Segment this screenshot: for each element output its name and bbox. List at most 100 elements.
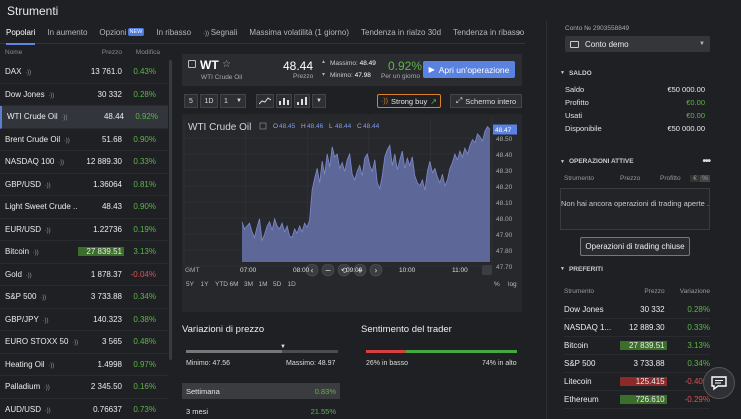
indicators-icon[interactable] — [294, 94, 310, 108]
instrument-row[interactable]: S&P 500 ·)) 3 733.88 0.34% — [0, 286, 168, 309]
scale-option-log[interactable]: log — [508, 281, 517, 288]
line-chart-icon[interactable] — [256, 94, 274, 108]
range-button-1M[interactable]: 1M — [259, 281, 268, 288]
tab-4[interactable]: ·)) Segnali — [197, 22, 243, 44]
y-tick-label: 47.90 — [496, 232, 513, 239]
favorite-row[interactable]: S&P 500 3 733.88 0.34% — [564, 355, 710, 373]
instrument-row[interactable]: Dow Jones ·)) 30 332 0.28% — [0, 84, 168, 106]
instrument-price: 1.36064 — [93, 179, 122, 189]
y-tick-label: 47.70 — [496, 264, 513, 271]
list-header: Nome Prezzo Modifica — [0, 49, 168, 61]
chevron-down-icon[interactable]: ▼ — [312, 94, 326, 108]
price-chart[interactable]: 48.50 48.40 48.30 48.20 48.10 48.00 47.90 47.80… — [182, 114, 522, 312]
x-tick-label: 07:00 — [240, 267, 257, 274]
ohlc-value: 48.44 — [363, 123, 380, 130]
instrument-row[interactable]: Gold ·)) 1 878.37 -0.04% — [0, 264, 168, 286]
favorite-row[interactable]: Dow Jones 30 332 0.28% — [564, 301, 710, 319]
favorites-header[interactable]: ▼ PREFERITI — [560, 262, 710, 276]
count-select[interactable]: 1 ▼ — [220, 94, 246, 108]
instrument-change: 0.19% — [133, 224, 156, 234]
tab-6[interactable]: Tendenza in rialzo 30d — [355, 22, 447, 44]
instrument-row[interactable]: EUR/USD ·)) 1.22736 0.19% — [0, 219, 168, 241]
interval-button[interactable]: 5 — [184, 94, 198, 108]
account-select[interactable]: Conto demo ▼ — [565, 36, 710, 52]
instrument-row[interactable]: EURO STOXX 50 ·)) 3 565 0.48% — [0, 331, 168, 354]
instrument-row[interactable]: WTI Crude Oil ·)) 48.44 0.92% — [0, 106, 168, 129]
instrument-row[interactable]: Brent Crude Oil ·)) 51.68 0.90% — [0, 129, 168, 151]
instrument-row[interactable]: AUD/USD ·)) 0.76637 0.73% — [0, 399, 168, 419]
y-tick-label: 48.10 — [496, 200, 513, 207]
info-icon[interactable] — [188, 60, 196, 68]
signal-icon: ·)) — [38, 295, 47, 302]
day-max: Massimo: 48.49 — [330, 60, 376, 67]
range-button-3M[interactable]: 3M — [244, 281, 253, 288]
more-icon[interactable]: ••• — [702, 156, 710, 167]
instrument-row[interactable]: GBP/JPY ·)) 140.323 0.38% — [0, 309, 168, 331]
ohlc-key: L — [329, 123, 333, 130]
closed-trades-button[interactable]: Operazioni di trading chiuse — [580, 237, 690, 256]
tab-0[interactable]: Popolari — [0, 22, 41, 45]
instrument-row[interactable]: DAX ·)) 13 761.0 0.43% — [0, 61, 168, 84]
chart-nav-icon[interactable]: › — [374, 266, 377, 275]
instrument-row[interactable]: Palladium ·)) 2 345.50 0.16% — [0, 376, 168, 399]
period-button[interactable]: 1D — [200, 94, 218, 108]
range-button-1Y[interactable]: 1Y — [201, 281, 210, 288]
balance-header[interactable]: ▼ SALDO — [560, 66, 710, 80]
chart-title: WTI Crude Oil — [188, 122, 251, 133]
favorite-row[interactable]: Ethereum 726.610 -0.29% — [564, 391, 710, 409]
instrument-row[interactable]: GBP/USD ·)) 1.36064 0.81% — [0, 174, 168, 196]
signal-icon: ·)) — [59, 115, 68, 122]
tab-3[interactable]: In ribasso — [150, 22, 197, 44]
chart-nav-icon[interactable]: ‹ — [310, 266, 313, 275]
range-button-6M[interactable]: 6M — [230, 281, 239, 288]
range-button-1D[interactable]: 1D — [288, 281, 297, 288]
instrument-price: 3 565 — [101, 337, 122, 347]
y-tick-label: 48.40 — [496, 152, 513, 159]
tab-1[interactable]: In aumento — [41, 22, 93, 44]
instrument-row[interactable]: Heating Oil ·)) 1.4998 0.97% — [0, 354, 168, 376]
chart-nav-icon[interactable]: − — [325, 266, 332, 275]
tab-2[interactable]: Opzioni NEW — [93, 22, 150, 44]
range-button-YTD[interactable]: YTD — [215, 281, 228, 288]
chart-svg[interactable]: 48.50 48.40 48.30 48.20 48.10 48.00 47.90 47.80… — [182, 114, 522, 312]
instrument-price: 51.68 — [101, 134, 122, 144]
favorite-row[interactable]: NASDAQ 1... 12 889.30 0.33% — [564, 319, 710, 337]
favorite-row[interactable]: Bitcoin 27 839.51 3.13% — [564, 337, 710, 355]
favorite-star-icon[interactable]: ☆ — [222, 59, 231, 70]
tab-5[interactable]: Massima volatilità (1 giorno) — [243, 22, 355, 44]
instrument-change: 0.92% — [135, 112, 158, 122]
instrument-name: Dow Jones — [5, 89, 45, 99]
chevron-down-icon: ▼ — [560, 158, 565, 165]
signal-icon: ·)) — [203, 30, 211, 37]
instrument-change: 3.13% — [133, 247, 156, 257]
instrument-row[interactable]: Bitcoin ·)) 27 839.51 3.13% — [0, 241, 168, 264]
tabs-next-icon[interactable]: › — [512, 22, 526, 44]
strong-buy-signal[interactable]: ·)) Strong buy ↗ — [377, 94, 441, 108]
bar-chart-icon[interactable] — [276, 94, 292, 108]
ohlc-value: 48.45 — [279, 123, 296, 130]
col-change: Modifica — [135, 49, 160, 56]
instrument-row[interactable]: NASDAQ 100 ·)) 12 889.30 0.33% — [0, 151, 168, 174]
chart-settings-icon[interactable] — [259, 122, 267, 130]
sentiment-up-bar — [406, 350, 517, 353]
balance-section: ▼ SALDO Saldo €50 000.00 Profitto €0.00 Usati… — [560, 66, 710, 135]
open-trade-button[interactable]: ▶ Apri un'operazione — [423, 61, 515, 78]
jump-to-latest-icon[interactable] — [482, 265, 492, 275]
instrument-change: 0.16% — [133, 382, 156, 392]
active-trades-header[interactable]: ▼ OPERAZIONI ATTIVE ••• — [560, 154, 711, 168]
favorite-row[interactable]: Litecoin 125.415 -0.40% — [564, 373, 710, 391]
instrument-row[interactable]: Light Sweet Crude ... ·))48.430.90% — [0, 196, 168, 219]
instrument-name: Palladium — [5, 382, 41, 392]
sentiment-title: Sentimento del trader — [361, 324, 452, 335]
chat-button[interactable] — [703, 367, 735, 399]
range-button-5Y[interactable]: 5Y — [186, 281, 195, 288]
instrument-name: GBP/USD — [5, 179, 42, 189]
list-scrollbar[interactable] — [169, 60, 172, 360]
day-change: 0.92% — [388, 59, 423, 73]
range-button-5D[interactable]: 5D — [273, 281, 282, 288]
y-tick-label: 47.80 — [496, 248, 513, 255]
instrument-name: Bitcoin — [5, 247, 30, 257]
fullscreen-button[interactable]: ⤢ Schermo intero — [450, 94, 522, 108]
x-tick-label: 10:00 — [399, 267, 416, 274]
scale-option-%[interactable]: % — [494, 281, 500, 288]
